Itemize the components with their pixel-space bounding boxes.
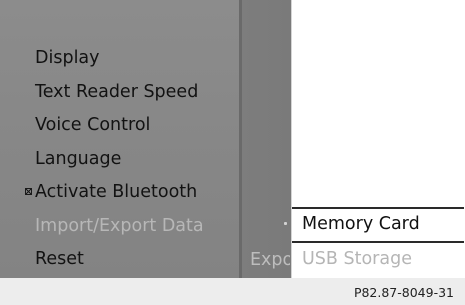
menu-item-reset[interactable]: Reset	[20, 243, 204, 277]
menu-item-label: Import/Export Data	[35, 215, 204, 236]
menu-item-import-export-data[interactable]: Import/Export Data	[20, 210, 204, 244]
menu-item-label: Display	[35, 48, 100, 68]
menu-item-language[interactable]: Language	[20, 143, 204, 177]
submenu-arrow-icon	[284, 222, 287, 225]
menu-item-text-reader-speed[interactable]: Text Reader Speed	[20, 76, 204, 110]
submenu-partial-label: Expo	[250, 250, 290, 270]
submenu-panel	[242, 0, 291, 278]
menu-item-activate-bluetooth[interactable]: Activate Bluetooth	[20, 176, 204, 210]
storage-selection-popup: Memory Card USB Storage	[291, 0, 465, 278]
head-unit-screen: Display Text Reader Speed Voice Control …	[0, 0, 465, 278]
menu-item-display[interactable]: Display	[20, 42, 204, 76]
popup-item-memory-card[interactable]: Memory Card	[302, 208, 420, 241]
menu-item-label: Voice Control	[35, 115, 151, 135]
main-menu: Display Text Reader Speed Voice Control …	[20, 42, 204, 277]
menu-item-label: Reset	[35, 249, 84, 269]
checkbox-checked-icon[interactable]	[25, 188, 32, 195]
menu-item-label: Language	[35, 148, 122, 169]
menu-item-label: Text Reader Speed	[35, 81, 199, 102]
menu-item-label: Activate Bluetooth	[35, 182, 198, 202]
menu-item-voice-control[interactable]: Voice Control	[20, 109, 204, 143]
figure-caption: P82.87-8049-31	[353, 285, 454, 300]
popup-item-usb-storage[interactable]: USB Storage	[302, 243, 412, 276]
